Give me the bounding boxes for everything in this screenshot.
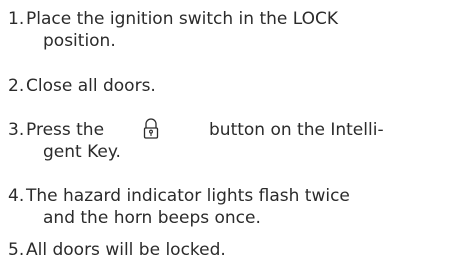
step-number: 5. <box>8 240 25 260</box>
step-text-continued: position. <box>43 31 116 51</box>
step-number: 2. <box>8 76 25 96</box>
step-text-after-icon: button on the Intelli- <box>209 120 384 140</box>
step-text-continued: gent Key. <box>43 142 121 162</box>
step-text: Place the ignition switch in the LOCK <box>26 9 339 29</box>
instruction-list: 1. Place the ignition switch in the LOCK… <box>0 0 461 269</box>
step-number: 4. <box>8 186 25 206</box>
step-text: The hazard indicator lights flash twice <box>26 186 350 206</box>
step-text: All doors will be locked. <box>26 240 226 260</box>
lock-icon <box>143 118 159 140</box>
step-text: Close all doors. <box>26 76 156 96</box>
step-number: 1. <box>8 9 25 29</box>
step-text: Press the <box>26 120 105 140</box>
step-number: 3. <box>8 120 25 140</box>
step-text-continued: and the horn beeps once. <box>43 208 261 228</box>
